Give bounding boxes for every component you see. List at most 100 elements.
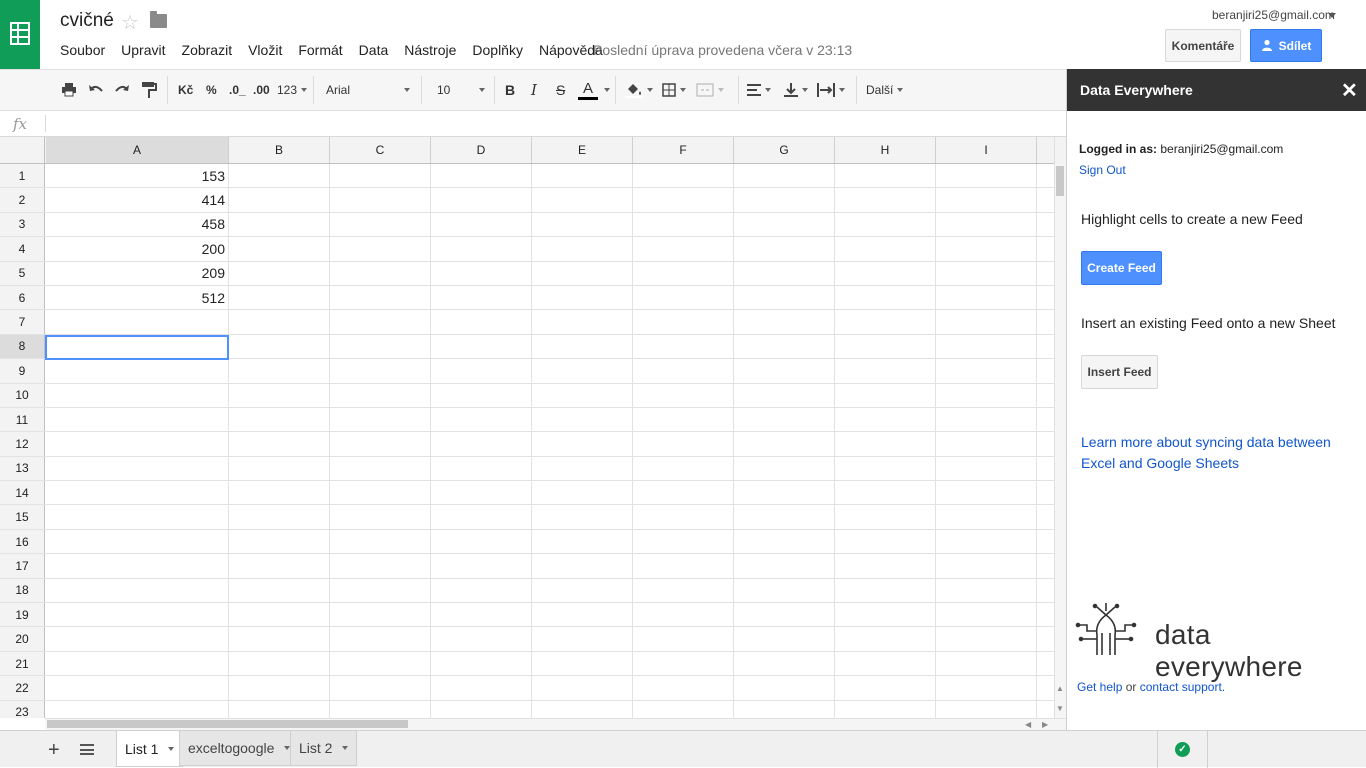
wrap-icon[interactable] — [817, 70, 845, 110]
row-header[interactable]: 13 — [0, 456, 45, 481]
cell-a5[interactable]: 209 — [46, 262, 228, 285]
row-header[interactable]: 15 — [0, 505, 45, 529]
row-header[interactable]: 14 — [0, 481, 45, 505]
cell-a10[interactable] — [46, 384, 228, 407]
scroll-right-icon[interactable]: ▶ — [1042, 720, 1048, 729]
cell-a7[interactable] — [46, 310, 228, 333]
borders-icon[interactable] — [662, 70, 686, 110]
row-header[interactable]: 22 — [0, 676, 45, 700]
cell-a21[interactable] — [46, 652, 228, 675]
strikethrough-button[interactable]: S — [556, 70, 565, 110]
menu-format[interactable]: Formát — [298, 42, 342, 58]
cell-a14[interactable] — [46, 481, 228, 504]
sheet-tab-menu-icon[interactable] — [342, 746, 349, 750]
row-header[interactable]: 20 — [0, 627, 45, 651]
cell-a3[interactable]: 458 — [46, 213, 228, 236]
folder-icon[interactable] — [150, 11, 167, 28]
horizontal-scroll-thumb[interactable] — [47, 720, 408, 728]
increase-decimals-button[interactable]: .00 — [253, 70, 270, 110]
add-sheet-icon[interactable]: + — [48, 739, 60, 762]
star-icon[interactable]: ☆ — [121, 10, 139, 35]
redo-icon[interactable] — [114, 70, 130, 110]
sheet-tab-exceltogoogle[interactable]: exceltogoogle — [179, 731, 300, 766]
cell-a20[interactable] — [46, 627, 228, 650]
account-email[interactable]: beranjiri25@gmail.com — [1212, 8, 1335, 22]
contact-support-link[interactable]: contact support. — [1140, 680, 1225, 694]
row-header[interactable]: 8 — [0, 334, 45, 359]
learn-more-link[interactable]: Learn more about syncing data between Ex… — [1081, 432, 1357, 474]
menu-view[interactable]: Zobrazit — [182, 42, 233, 58]
cell-a11[interactable] — [46, 408, 228, 431]
cell-a13[interactable] — [46, 457, 228, 480]
sheet-tab-list-2[interactable]: List 2 — [290, 731, 358, 766]
comments-button[interactable]: Komentáře — [1165, 29, 1241, 62]
row-header[interactable]: 9 — [0, 359, 45, 383]
sign-out-link[interactable]: Sign Out — [1079, 163, 1126, 177]
row-header[interactable]: 23 — [0, 700, 45, 718]
print-icon[interactable] — [61, 70, 77, 110]
merge-icon[interactable] — [696, 70, 724, 110]
menu-file[interactable]: Soubor — [60, 42, 105, 58]
cell-a2[interactable]: 414 — [46, 188, 228, 211]
cell-a6[interactable]: 512 — [46, 286, 228, 309]
row-header[interactable]: 7 — [0, 310, 45, 334]
menu-tools[interactable]: Nástroje — [404, 42, 456, 58]
sheets-logo-icon[interactable] — [0, 0, 40, 69]
row-header[interactable]: 2 — [0, 188, 45, 212]
insert-feed-button[interactable]: Insert Feed — [1081, 355, 1158, 389]
more-formats-dropdown[interactable]: 123 — [277, 70, 308, 110]
valign-icon[interactable] — [784, 70, 808, 110]
font-family-dropdown[interactable]: Arial — [326, 70, 410, 110]
row-header[interactable]: 19 — [0, 603, 45, 627]
row-header[interactable]: 6 — [0, 285, 45, 310]
vertical-scroll-thumb[interactable] — [1056, 166, 1064, 196]
select-all-corner[interactable] — [0, 137, 45, 163]
fill-color-icon[interactable] — [625, 70, 653, 110]
column-header-d[interactable]: D — [431, 137, 532, 163]
cell-a12[interactable] — [46, 432, 228, 455]
cell-a9[interactable] — [46, 359, 228, 382]
menu-data[interactable]: Data — [359, 42, 389, 58]
all-sheets-icon[interactable] — [80, 744, 94, 755]
close-icon[interactable]: ✕ — [1341, 78, 1358, 103]
row-header[interactable]: 4 — [0, 237, 45, 261]
sheet-tab-list-1[interactable]: List 1 — [116, 731, 184, 767]
column-header-b[interactable]: B — [229, 137, 330, 163]
column-header-f[interactable]: F — [633, 137, 734, 163]
currency-format-button[interactable]: Kč — [178, 70, 193, 110]
account-dropdown-icon[interactable] — [1328, 13, 1336, 18]
cell-a15[interactable] — [46, 505, 228, 528]
cell-a18[interactable] — [46, 579, 228, 602]
share-button[interactable]: Sdílet — [1250, 29, 1322, 62]
formula-input[interactable] — [50, 111, 1060, 137]
column-header-a[interactable]: A — [46, 137, 229, 163]
column-header-g[interactable]: G — [734, 137, 835, 163]
scroll-down-icon[interactable]: ▼ — [1056, 704, 1064, 713]
row-header[interactable]: 1 — [0, 164, 45, 188]
row-header[interactable]: 16 — [0, 529, 45, 554]
column-header-c[interactable]: C — [330, 137, 431, 163]
cell-a1[interactable]: 153 — [46, 164, 228, 187]
sheet-tab-menu-icon[interactable] — [168, 746, 175, 751]
menu-edit[interactable]: Upravit — [121, 42, 165, 58]
column-header-e[interactable]: E — [532, 137, 633, 163]
selected-cell-a8[interactable] — [45, 335, 229, 360]
row-header[interactable]: 5 — [0, 261, 45, 285]
document-title[interactable]: cvičné — [60, 10, 114, 32]
bold-button[interactable]: B — [505, 70, 515, 110]
text-color-caret-icon[interactable] — [600, 70, 610, 110]
row-header[interactable]: 11 — [0, 407, 45, 432]
create-feed-button[interactable]: Create Feed — [1081, 251, 1162, 285]
column-header-h[interactable]: H — [835, 137, 936, 163]
row-header[interactable]: 18 — [0, 578, 45, 603]
menu-insert[interactable]: Vložit — [248, 42, 282, 58]
cell-a17[interactable] — [46, 554, 228, 577]
text-color-button[interactable]: A — [578, 70, 598, 110]
row-header[interactable]: 10 — [0, 383, 45, 407]
get-help-link[interactable]: Get help — [1077, 680, 1122, 694]
vertical-scrollbar[interactable] — [1054, 164, 1066, 718]
scroll-left-icon[interactable]: ◀ — [1025, 720, 1031, 729]
menu-addons[interactable]: Doplňky — [472, 42, 523, 58]
align-icon[interactable] — [747, 70, 771, 110]
column-header-i[interactable]: I — [936, 137, 1037, 163]
